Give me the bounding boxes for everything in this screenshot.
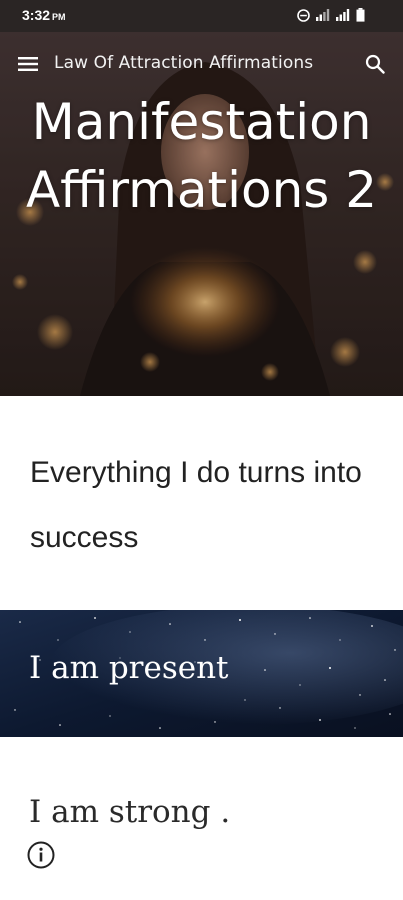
menu-button[interactable] (14, 50, 42, 78)
image-banner: I am present (0, 610, 403, 737)
battery-icon (356, 8, 365, 22)
search-button[interactable] (361, 50, 389, 78)
affirmation-text-2: I am strong . (29, 794, 231, 830)
signal-strength-icon (336, 9, 350, 21)
status-time-ampm: PM (52, 12, 66, 22)
banner-text: I am present (29, 650, 229, 686)
signal-icon (316, 9, 330, 21)
do-not-disturb-icon (297, 8, 310, 22)
affirmation-text: Everything I do turns into success (30, 456, 362, 554)
site-title[interactable]: Law Of Attraction Affirmations (54, 53, 313, 73)
info-icon (27, 841, 55, 869)
status-time: 3:32 PM (22, 7, 66, 23)
status-bar: 3:32 PM (0, 0, 403, 32)
page-title: Manifestation Affirmations 2 (25, 93, 378, 219)
menu-icon (18, 57, 38, 71)
top-app-bar: Law Of Attraction Affirmations (0, 32, 403, 96)
app-screen: 3:32 PM Law Of Attraction Affirmations M… (0, 0, 403, 900)
status-icons (297, 8, 365, 22)
search-icon (365, 54, 385, 74)
affirmation-section: Everything I do turns into success (0, 396, 403, 610)
info-button[interactable] (26, 840, 56, 870)
hero-header: Law Of Attraction Affirmations Manifesta… (0, 32, 403, 396)
affirmation-section-2: I am strong . (0, 737, 403, 900)
status-time-value: 3:32 (22, 7, 51, 23)
